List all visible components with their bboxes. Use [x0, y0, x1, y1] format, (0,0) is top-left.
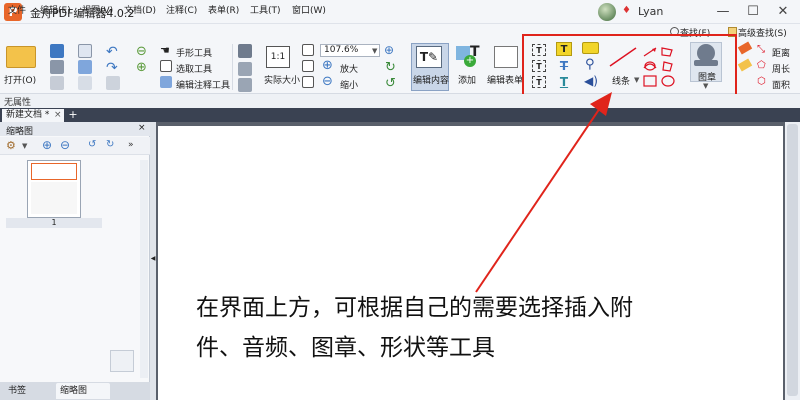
fit-page-icon[interactable] [238, 78, 252, 92]
more-options-icon[interactable]: » [128, 140, 134, 150]
document-tab-bar [0, 108, 800, 122]
edit-content-button[interactable]: 编辑内容 [413, 73, 449, 86]
no-properties-label: 无属性 [4, 98, 32, 108]
page-thumbnail-header-band [31, 163, 77, 180]
add-button[interactable]: 添加 [458, 73, 476, 86]
restore-button[interactable]: ☐ [742, 2, 764, 22]
thumbnail-panel-title: 缩略图 [6, 127, 34, 137]
actual-size-button[interactable]: 实际大小 [264, 73, 300, 86]
menu-edit[interactable]: 编辑(E) [40, 3, 71, 16]
select-tool-button[interactable]: 选取工具 [176, 62, 212, 75]
thumbnail-options-dropdown-icon[interactable]: ▼ [22, 142, 27, 150]
edit-form-icon [494, 46, 518, 68]
distance-icon: ⤡ [757, 44, 765, 55]
thumbnail-scrollbar[interactable] [140, 160, 148, 378]
menu-view[interactable]: 视图(V) [82, 3, 113, 16]
rotate-icon[interactable]: ↻ [385, 60, 396, 75]
perimeter-button[interactable]: 周长 [772, 62, 790, 75]
close-button[interactable]: ✕ [772, 2, 794, 22]
zoom-out-button[interactable]: 缩小 [340, 78, 358, 91]
distance-button[interactable]: 距离 [772, 46, 790, 59]
menu-tools[interactable]: 工具(T) [250, 3, 281, 16]
minimize-button[interactable]: — [712, 2, 734, 22]
annotation-line-1: 在界面上方，可根据自己的需要选择插入附 [196, 295, 633, 321]
rotate-right-thumbnail-icon[interactable]: ↻ [106, 139, 114, 150]
print-icon[interactable] [50, 60, 64, 74]
hand-tool-button[interactable]: 手形工具 [176, 46, 212, 59]
open-button[interactable]: 打开(O) [4, 73, 36, 86]
fit-width-icon[interactable] [238, 62, 252, 76]
undo-icon[interactable]: ↶ [106, 44, 118, 60]
thumbnail-zoom-out-icon[interactable]: ⊖ [60, 138, 70, 152]
folder-open-icon[interactable] [6, 46, 36, 68]
edit-annotation-icon [160, 76, 172, 88]
menu-form[interactable]: 表单(R) [208, 3, 239, 16]
camera-icon[interactable] [238, 44, 252, 58]
save-icon[interactable] [50, 44, 64, 58]
fit-height-icon[interactable] [302, 76, 314, 88]
rotate-back-icon[interactable]: ↺ [385, 76, 396, 91]
zoom-out-button-icon: ⊖ [322, 74, 333, 89]
user-avatar[interactable] [598, 3, 616, 21]
fit-visible-icon[interactable] [302, 60, 314, 72]
share-icon[interactable] [78, 60, 92, 74]
actual-size-icon[interactable]: 1:1 [266, 46, 290, 68]
new-tab-button[interactable]: + [68, 109, 78, 122]
thumbnail-panel-close-icon[interactable]: × [138, 123, 146, 133]
email-icon[interactable] [78, 44, 92, 58]
select-text-icon [160, 60, 172, 72]
edit-annotation-tool-button[interactable]: 编辑注释工具 [176, 78, 230, 91]
thumbnail-zoom-in-icon[interactable]: ⊕ [42, 138, 52, 152]
add-image-text-icon: T + [456, 44, 484, 68]
user-name[interactable]: Lyan [638, 5, 663, 18]
tab-thumbnails[interactable]: 缩略图 [56, 383, 110, 399]
document-scrollbar-thumb[interactable] [787, 124, 798, 396]
zoom-in-button-icon: ⊕ [322, 58, 333, 73]
zoom-in-icon[interactable]: ⊕ [384, 43, 394, 57]
thumbnail-watermark-icon [110, 350, 134, 372]
menu-file[interactable]: 文件 [8, 3, 26, 16]
fit-icon[interactable] [302, 44, 314, 56]
back-icon[interactable]: ⊖ [136, 44, 147, 59]
area-icon: ⬡ [757, 76, 766, 87]
annotation-tools-highlight [522, 34, 737, 97]
menu-annotate[interactable]: 注释(C) [166, 3, 197, 16]
properties-icon[interactable] [78, 76, 92, 90]
find-replace-icon[interactable] [106, 76, 120, 90]
rotate-left-thumbnail-icon[interactable]: ↺ [88, 139, 96, 150]
tab-bookmarks[interactable]: 书签 [4, 384, 54, 398]
edit-form-button[interactable]: 编辑表单 [487, 73, 523, 86]
zoom-dropdown-icon[interactable]: ▼ [372, 47, 377, 55]
export-icon[interactable] [50, 76, 64, 90]
page-thumbnail-number: 1 [6, 218, 102, 228]
hand-icon: ☚ [160, 44, 170, 57]
advanced-find-button[interactable]: 高级查找(S) [738, 26, 787, 39]
thumbnail-options-icon[interactable]: ⚙ [6, 139, 16, 152]
menu-document[interactable]: 文档(D) [124, 3, 156, 16]
page-thumbnail-body [31, 182, 77, 214]
forward-icon[interactable]: ⊕ [136, 60, 147, 75]
toolbar-divider [232, 44, 233, 90]
annotation-line-2: 件、音频、图章、形状等工具 [196, 335, 495, 361]
zoom-in-button[interactable]: 放大 [340, 62, 358, 75]
properties-bar [0, 94, 800, 108]
edit-content-icon: T✎ [416, 46, 442, 68]
perimeter-icon: ⬠ [757, 60, 766, 71]
area-button[interactable]: 面积 [772, 78, 790, 91]
menu-window[interactable]: 窗口(W) [292, 3, 326, 16]
redo-icon[interactable]: ↷ [106, 60, 118, 76]
annotation-text: 在界面上方，可根据自己的需要选择插入附 件、音频、图章、形状等工具 [196, 288, 756, 368]
vip-badge-icon: ♦ [622, 5, 631, 16]
document-tab-close-icon[interactable]: × [54, 109, 62, 122]
zoom-input[interactable]: 107.6% [320, 44, 380, 57]
